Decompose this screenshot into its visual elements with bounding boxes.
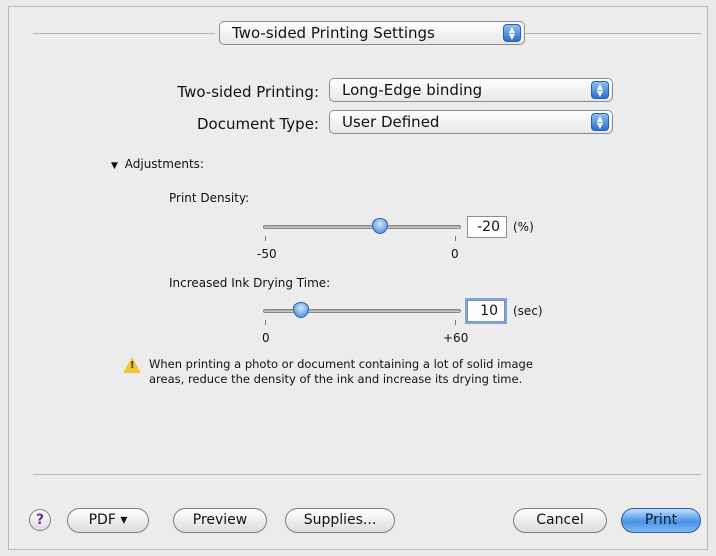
drying-time-label: Increased Ink Drying Time: [169,276,331,290]
popup-arrows-icon: ▲ ▼ [591,81,609,99]
print-density-min-label: -50 [257,247,277,261]
print-density-track[interactable] [263,225,461,229]
print-density-max-label: 0 [451,247,459,261]
help-button[interactable]: ? [29,509,51,531]
print-dialog-panel: Two-sided Printing Settings ▲ ▼ Two-sided… [8,6,708,550]
print-density-label: Print Density: [169,191,250,205]
two-sided-label: Two-sided Printing: [177,83,319,101]
bottom-separator [33,474,701,475]
print-button[interactable]: Print [621,508,701,533]
document-type-value: User Defined [342,113,440,131]
panel-selector-value: Two-sided Printing Settings [232,24,435,42]
top-separator-right [525,33,701,34]
print-density-field[interactable]: -20 [467,216,507,238]
drying-time-field[interactable]: 10 [467,300,505,322]
print-density-tick-max [455,236,456,241]
two-sided-value: Long-Edge binding [342,81,483,99]
two-sided-popup[interactable]: Long-Edge binding ▲ ▼ [329,78,613,102]
pdf-button[interactable]: PDF ▾ [67,508,149,533]
adjustments-label: Adjustments: [124,157,204,171]
preview-button[interactable]: Preview [173,508,267,533]
document-type-popup[interactable]: User Defined ▲ ▼ [329,110,613,134]
drying-time-min-label: 0 [262,331,270,345]
print-density-slider-thumb[interactable] [372,218,389,234]
popup-arrows-icon: ▲ ▼ [503,24,521,42]
disclosure-triangle-icon[interactable]: ▼ [111,161,118,171]
drying-time-tick-min [265,320,266,325]
document-type-label: Document Type: [197,115,319,133]
supplies-button[interactable]: Supplies... [285,508,395,533]
panel-selector-popup[interactable]: Two-sided Printing Settings ▲ ▼ [219,21,525,45]
adjustments-disclosure[interactable]: ▼ Adjustments: [111,157,204,171]
drying-time-max-label: +60 [443,331,469,345]
drying-time-tick-max [455,320,456,325]
warning-icon: ! [123,357,141,373]
warning-text-line-1: When printing a photo or document contai… [149,357,533,371]
warning-text-line-2: areas, reduce the density of the ink and… [149,372,523,386]
print-density-unit: (%) [513,220,534,234]
cancel-button[interactable]: Cancel [513,508,607,533]
top-separator-left [33,33,215,34]
print-density-tick-min [265,236,266,241]
drying-time-slider-thumb[interactable] [293,302,310,318]
drying-time-unit: (sec) [513,304,543,318]
popup-arrows-icon: ▲ ▼ [591,113,609,131]
